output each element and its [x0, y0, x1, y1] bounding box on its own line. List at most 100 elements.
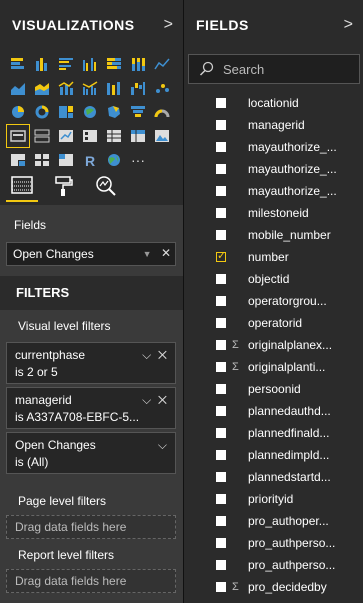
- field-name: objectid: [248, 272, 290, 286]
- field-item[interactable]: pro_authperso...: [184, 532, 363, 554]
- field-item[interactable]: mayauthorize_...: [184, 180, 363, 202]
- field-checkbox[interactable]: [216, 230, 226, 240]
- field-checkbox[interactable]: [216, 428, 226, 438]
- field-checkbox[interactable]: [216, 249, 226, 262]
- image-visual-icon[interactable]: [150, 124, 174, 148]
- field-checkbox[interactable]: [216, 318, 226, 328]
- filter-card-managerid[interactable]: managerid is A337A708-EBFC-5... ⌵ ✕: [6, 387, 176, 429]
- field-checkbox[interactable]: [216, 494, 226, 504]
- area-chart-icon[interactable]: [6, 76, 30, 100]
- field-checkbox[interactable]: [216, 538, 226, 548]
- expand-filter-icon[interactable]: ⌵: [142, 393, 151, 407]
- fields-well[interactable]: Open Changes ▼ ✕: [6, 242, 176, 266]
- field-item[interactable]: pro_authperso...: [184, 554, 363, 576]
- pie-chart-icon[interactable]: [6, 100, 30, 124]
- clustered-column-chart-icon[interactable]: [78, 52, 102, 76]
- analytics-tab[interactable]: [90, 170, 122, 202]
- treemap-icon[interactable]: [54, 100, 78, 124]
- field-item[interactable]: plannedimpld...: [184, 444, 363, 466]
- ribbon-chart-icon[interactable]: [102, 76, 126, 100]
- report-filter-drop-zone[interactable]: Drag data fields here: [6, 569, 176, 593]
- format-tab[interactable]: [48, 170, 80, 202]
- field-checkbox[interactable]: [216, 98, 226, 108]
- stacked-area-chart-icon[interactable]: [30, 76, 54, 100]
- clustered-bar-chart-icon[interactable]: [54, 52, 78, 76]
- gauge-icon[interactable]: [150, 100, 174, 124]
- matrix-grid-icon[interactable]: [54, 148, 78, 172]
- kpi-icon[interactable]: [54, 124, 78, 148]
- field-checkbox[interactable]: [216, 472, 226, 482]
- field-item[interactable]: Σoriginalplanti...: [184, 356, 363, 378]
- field-item[interactable]: number: [184, 246, 363, 268]
- field-checkbox[interactable]: [216, 516, 226, 526]
- map-icon[interactable]: [78, 100, 102, 124]
- matrix-icon[interactable]: [126, 124, 150, 148]
- field-item[interactable]: mobile_number: [184, 224, 363, 246]
- collapse-fields-icon[interactable]: >: [344, 16, 353, 34]
- field-checkbox[interactable]: [216, 384, 226, 394]
- field-item[interactable]: Σpro_decidedby: [184, 576, 363, 598]
- stacked-bar-chart-icon[interactable]: [6, 52, 30, 76]
- remove-filter-icon[interactable]: ✕: [158, 348, 167, 362]
- filter-card-currentphase[interactable]: currentphase is 2 or 5 ⌵ ✕: [6, 342, 176, 384]
- field-dropdown-icon[interactable]: ▼: [143, 249, 152, 259]
- scatter-chart-icon[interactable]: [150, 76, 174, 100]
- slicer-icon[interactable]: [78, 124, 102, 148]
- field-item[interactable]: priorityid: [184, 488, 363, 510]
- field-item[interactable]: plannedauthd...: [184, 400, 363, 422]
- field-item[interactable]: Σoriginalplanex...: [184, 334, 363, 356]
- fields-tab[interactable]: [6, 170, 38, 202]
- field-item[interactable]: plannedstartd...: [184, 466, 363, 488]
- expand-filter-icon[interactable]: ⌵: [158, 438, 167, 452]
- remove-field-icon[interactable]: ✕: [161, 246, 171, 260]
- field-checkbox[interactable]: [216, 340, 226, 350]
- field-item[interactable]: mayauthorize_...: [184, 136, 363, 158]
- field-checkbox[interactable]: [216, 560, 226, 570]
- table-grid-icon[interactable]: [30, 148, 54, 172]
- field-item[interactable]: operatorid: [184, 312, 363, 334]
- table-icon[interactable]: [102, 124, 126, 148]
- field-checkbox[interactable]: [216, 582, 226, 592]
- card-icon[interactable]: [6, 124, 30, 148]
- field-checkbox[interactable]: [216, 120, 226, 130]
- more-visuals-icon[interactable]: ···: [126, 148, 150, 172]
- stacked-column-chart-icon[interactable]: [30, 52, 54, 76]
- field-item[interactable]: managerid: [184, 114, 363, 136]
- field-checkbox[interactable]: [216, 450, 226, 460]
- r-script-visual-icon[interactable]: R: [78, 148, 102, 172]
- field-checkbox[interactable]: [216, 406, 226, 416]
- field-checkbox[interactable]: [216, 208, 226, 218]
- filled-map-icon[interactable]: [102, 100, 126, 124]
- 100-stacked-column-icon[interactable]: [126, 52, 150, 76]
- field-item[interactable]: milestoneid: [184, 202, 363, 224]
- field-item[interactable]: plannedfinald...: [184, 422, 363, 444]
- waterfall-chart-icon[interactable]: [126, 76, 150, 100]
- globe-visual-icon[interactable]: [102, 148, 126, 172]
- donut-chart-icon[interactable]: [30, 100, 54, 124]
- line-and-stacked-column-icon[interactable]: [54, 76, 78, 100]
- 100-stacked-bar-icon[interactable]: [102, 52, 126, 76]
- field-checkbox[interactable]: [216, 362, 226, 372]
- page-filter-drop-zone[interactable]: Drag data fields here: [6, 515, 176, 539]
- field-item[interactable]: persoonid: [184, 378, 363, 400]
- shape-map-icon[interactable]: [6, 148, 30, 172]
- collapse-visualizations-icon[interactable]: >: [164, 16, 173, 34]
- field-checkbox[interactable]: [216, 164, 226, 174]
- multi-row-card-icon[interactable]: [30, 124, 54, 148]
- expand-filter-icon[interactable]: ⌵: [142, 348, 151, 362]
- remove-filter-icon[interactable]: ✕: [158, 393, 167, 407]
- fields-search-input[interactable]: Search: [188, 54, 360, 84]
- field-item[interactable]: mayauthorize_...: [184, 158, 363, 180]
- field-checkbox[interactable]: [216, 296, 226, 306]
- field-item[interactable]: operatorgrou...: [184, 290, 363, 312]
- line-chart-icon[interactable]: [150, 52, 174, 76]
- field-checkbox[interactable]: [216, 274, 226, 284]
- funnel-chart-icon[interactable]: [126, 100, 150, 124]
- filter-card-open-changes[interactable]: Open Changes is (All) ⌵: [6, 432, 176, 474]
- field-item[interactable]: pro_authoper...: [184, 510, 363, 532]
- field-item[interactable]: locationid: [184, 92, 363, 114]
- line-and-clustered-column-icon[interactable]: [78, 76, 102, 100]
- field-checkbox[interactable]: [216, 142, 226, 152]
- field-item[interactable]: objectid: [184, 268, 363, 290]
- field-checkbox[interactable]: [216, 186, 226, 196]
